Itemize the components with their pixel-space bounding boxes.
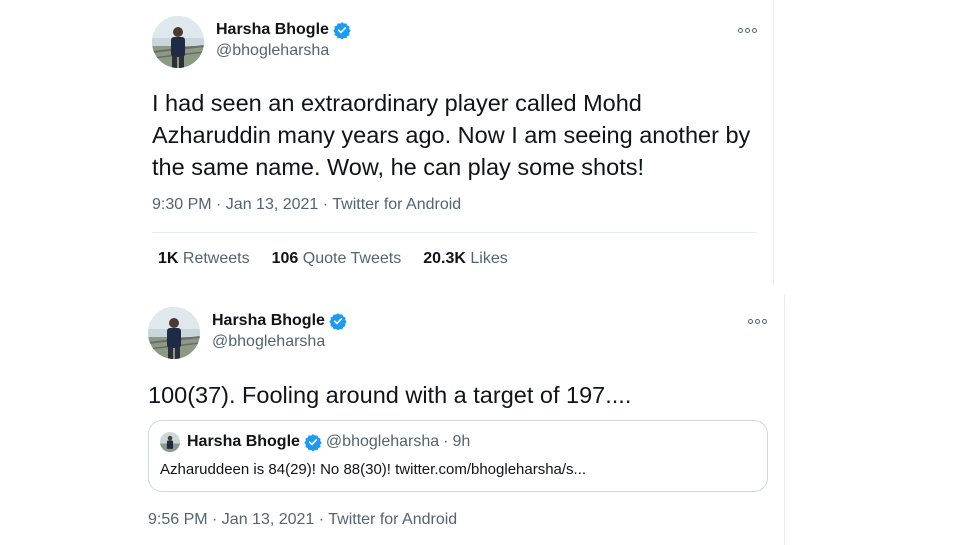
tweet-timestamp[interactable]: 9:30 PM · Jan 13, 2021 · Twitter for And… <box>152 196 461 214</box>
profile-photo-icon <box>160 432 180 452</box>
likes-count: 20.3K <box>423 250 466 267</box>
tweet-card-1[interactable]: Harsha Bhogle @bhogleharsha I had seen a… <box>136 0 774 285</box>
author-row[interactable]: Harsha Bhogle <box>212 312 347 330</box>
quote-tweets-stat[interactable]: 106 Quote Tweets <box>272 250 402 268</box>
author-row[interactable]: Harsha Bhogle <box>216 21 351 39</box>
engagement-stats: 1K Retweets 106 Quote Tweets 20.3K Likes <box>158 250 508 268</box>
likes-label: Likes <box>470 250 508 267</box>
quote-tweets-count: 106 <box>271 250 299 267</box>
quote-tweets-label: Quote Tweets <box>302 250 402 267</box>
tweet-timestamp[interactable]: 9:56 PM · Jan 13, 2021 · Twitter for And… <box>148 511 457 529</box>
profile-photo-icon <box>152 16 204 68</box>
verified-badge-icon <box>333 22 351 39</box>
more-options-icon[interactable] <box>746 316 768 326</box>
quoted-time: 9h <box>452 433 471 450</box>
avatar[interactable] <box>148 307 200 359</box>
avatar[interactable] <box>152 16 204 68</box>
divider <box>152 232 757 233</box>
more-options-icon[interactable] <box>736 25 758 35</box>
retweets-count: 1K <box>158 250 179 267</box>
retweets-label: Retweets <box>182 250 250 267</box>
author-handle[interactable]: @bhogleharsha <box>216 42 329 60</box>
author-handle[interactable]: @bhogleharsha <box>212 333 325 351</box>
quoted-text: Azharuddeen is 84(29)! No 88(30)! twitte… <box>160 461 587 478</box>
separator: · <box>443 433 449 450</box>
author-name[interactable]: Harsha Bhogle <box>216 21 329 39</box>
verified-badge-icon <box>304 434 322 451</box>
quoted-author-name: Harsha Bhogle <box>187 433 300 450</box>
quoted-author-handle: @bhogleharsha <box>325 433 440 450</box>
quoted-tweet[interactable]: Harsha Bhogle @bhogleharsha · 9h Azharud… <box>148 420 768 492</box>
verified-badge-icon <box>329 313 347 330</box>
retweets-stat[interactable]: 1K Retweets <box>158 250 250 268</box>
quoted-author-row: Harsha Bhogle @bhogleharsha · 9h <box>187 433 470 451</box>
tweet-text: 100(37). Fooling around with a target of… <box>148 382 632 408</box>
profile-photo-icon <box>148 307 200 359</box>
author-name[interactable]: Harsha Bhogle <box>212 312 325 330</box>
likes-stat[interactable]: 20.3K Likes <box>423 250 508 268</box>
quoted-avatar <box>160 432 180 452</box>
tweet-card-2[interactable]: Harsha Bhogle @bhogleharsha 100(37). Foo… <box>130 295 785 545</box>
tweet-text: I had seen an extraordinary player calle… <box>152 90 751 180</box>
